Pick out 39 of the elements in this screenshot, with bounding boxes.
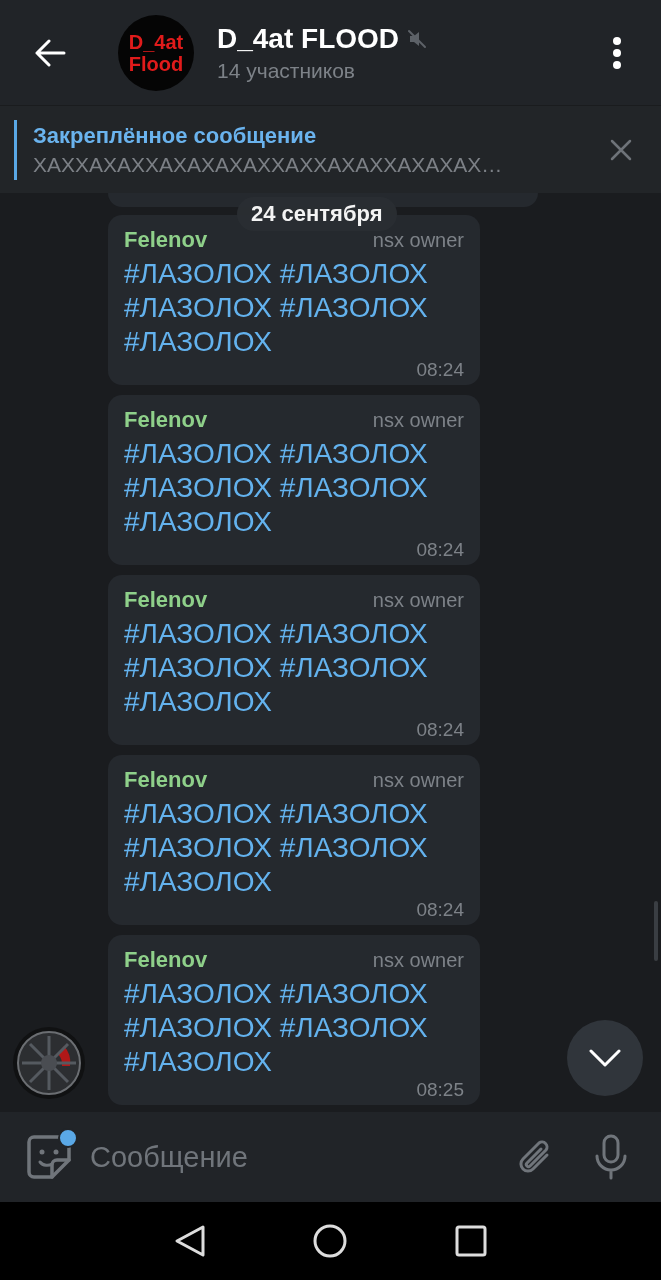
sender-title: nsx owner bbox=[372, 409, 464, 432]
sender-name: Felenov bbox=[124, 767, 208, 793]
member-count: 14 участников bbox=[217, 58, 357, 83]
avatar-text: D_4at bbox=[128, 30, 184, 53]
sender-title: nsx owner bbox=[372, 769, 464, 792]
message-text: #ЛАЗОЛОХ #ЛАЗОЛОХ #ЛАЗОЛОХ #ЛАЗОЛОХ #ЛАЗОЛОХ bbox=[124, 257, 429, 359]
chevron-down-icon bbox=[589, 1049, 621, 1067]
menu-icon bbox=[612, 35, 622, 70]
chat-title: D_4at FLOOD bbox=[217, 22, 400, 55]
message-text: #ЛАЗОЛОХ #ЛАЗОЛОХ #ЛАЗОЛОХ #ЛАЗОЛОХ #ЛАЗОЛОХ bbox=[124, 977, 429, 1079]
microphone-icon bbox=[594, 1134, 628, 1180]
message-text: #ЛАЗОЛОХ #ЛАЗОЛОХ #ЛАЗОЛОХ #ЛАЗОЛОХ #ЛАЗОЛОХ bbox=[124, 617, 429, 719]
sender-title: nsx owner bbox=[372, 949, 464, 972]
message-time: 08:24 bbox=[415, 719, 464, 741]
sender-name: Felenov bbox=[124, 947, 208, 973]
sender-name: Felenov bbox=[124, 227, 208, 253]
sender-title: nsx owner bbox=[372, 229, 464, 252]
sender-name: Felenov bbox=[124, 407, 208, 433]
user-avatar[interactable] bbox=[12, 1026, 86, 1100]
message-time: 08:24 bbox=[415, 359, 464, 381]
nav-recents-icon[interactable] bbox=[455, 1225, 488, 1257]
pinned-title: Закреплённое сообщение bbox=[33, 122, 318, 149]
avatar-text: Flood bbox=[128, 52, 184, 75]
nav-home-icon[interactable] bbox=[313, 1224, 348, 1258]
pinned-message-bar[interactable]: Закреплённое сообщение ХАХХАХАХХАХАХАХАХХАХХАХАХХАХАХАХ… bbox=[0, 105, 661, 193]
date-pill: 24 сентября bbox=[237, 197, 397, 231]
sender-name: Felenov bbox=[124, 587, 208, 613]
pinned-text: ХАХХАХАХХАХАХАХАХХАХХАХАХХАХАХАХ… bbox=[33, 152, 504, 177]
message-time: 08:24 bbox=[415, 899, 464, 921]
close-icon bbox=[610, 138, 632, 161]
sender-title: nsx owner bbox=[372, 589, 464, 612]
message-time: 08:25 bbox=[415, 1079, 464, 1101]
sticker-icon bbox=[26, 1134, 72, 1180]
message-text: #ЛАЗОЛОХ #ЛАЗОЛОХ #ЛАЗОЛОХ #ЛАЗОЛОХ #ЛАЗОЛОХ bbox=[124, 437, 429, 539]
group-avatar[interactable]: D_4at Flood bbox=[118, 14, 194, 91]
message-time: 08:24 bbox=[415, 539, 464, 561]
back-arrow-icon bbox=[34, 38, 66, 67]
nav-back-icon[interactable] bbox=[173, 1224, 206, 1258]
message-text: #ЛАЗОЛОХ #ЛАЗОЛОХ #ЛАЗОЛОХ #ЛАЗОЛОХ #ЛАЗОЛОХ bbox=[124, 797, 429, 899]
